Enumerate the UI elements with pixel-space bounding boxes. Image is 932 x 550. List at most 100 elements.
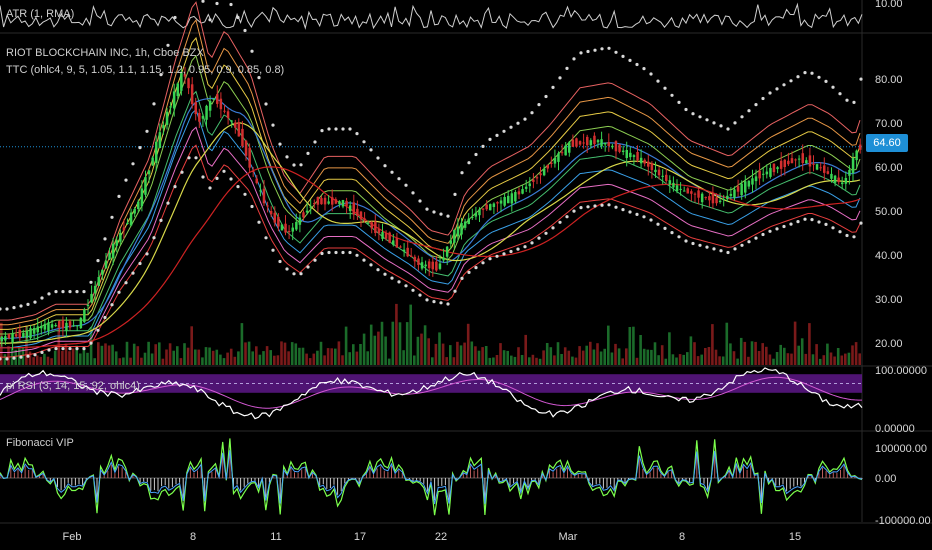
volume-bar — [470, 341, 474, 365]
lower-envelope-dot — [845, 233, 849, 238]
candle-body — [72, 325, 75, 327]
volume-bar — [143, 352, 147, 365]
volume-bar — [531, 354, 535, 365]
candle-body — [704, 197, 707, 199]
lower-envelope-dot — [621, 208, 625, 212]
volume-bar — [179, 358, 183, 365]
upper-envelope-dot — [670, 93, 674, 97]
volume-bar — [79, 353, 82, 365]
upper-envelope-dot — [425, 207, 429, 211]
upper-envelope-dot — [117, 194, 121, 198]
upper-envelope-dot — [82, 290, 86, 294]
volume-bar — [596, 343, 599, 365]
lower-envelope-dot — [796, 220, 800, 224]
price-tick-label: 60.00 — [875, 162, 903, 174]
candle-body — [744, 181, 747, 193]
rsi-tick-label: 0.00000 — [875, 423, 915, 435]
candle-body — [636, 152, 639, 161]
candle-body — [384, 233, 388, 239]
candle-body — [708, 196, 711, 201]
volume-bar — [714, 349, 718, 365]
volume-bar — [775, 352, 779, 365]
upper-envelope-dot — [0, 307, 2, 311]
volume-bar — [319, 341, 323, 365]
candle-body — [751, 178, 754, 185]
volume-bar — [790, 353, 793, 365]
candle-body — [230, 120, 233, 122]
candle-body — [575, 138, 578, 147]
candle-body — [417, 258, 420, 265]
chart-canvas[interactable]: 10.0080.0070.0060.0050.0040.0030.0020.00… — [0, 0, 932, 550]
volume-bar — [822, 355, 826, 365]
candle-body — [162, 125, 165, 129]
lower-envelope-dot — [712, 247, 716, 251]
volume-bar — [847, 352, 851, 365]
fib-series — [0, 438, 863, 516]
upper-envelope-dot — [124, 178, 128, 182]
candle-body — [212, 98, 215, 100]
volume-bar — [811, 354, 815, 365]
volume-bar — [675, 357, 678, 365]
upper-envelope-dot — [495, 133, 499, 137]
lower-envelope-dot — [460, 276, 464, 280]
volume-bar — [704, 348, 707, 365]
candle-body — [377, 228, 381, 234]
upper-envelope-dot — [33, 300, 37, 304]
volume-bar — [258, 354, 262, 365]
candle-body — [621, 150, 625, 152]
candle-body — [101, 269, 104, 275]
lower-envelope-dot — [82, 347, 86, 351]
candle-body — [65, 322, 68, 331]
volume-bar — [592, 349, 596, 365]
volume-bar — [194, 349, 197, 365]
upper-envelope-dot — [551, 85, 555, 89]
upper-envelope-dot — [628, 58, 632, 63]
upper-envelope-dot — [453, 192, 457, 196]
upper-envelope-dot — [369, 148, 373, 152]
candle-body — [237, 122, 241, 137]
rsi-series — [0, 367, 863, 420]
volume-bar — [316, 350, 319, 365]
lower-envelope-dot — [663, 226, 667, 230]
fib-secondary-line — [0, 450, 863, 505]
upper-envelope-dot — [432, 210, 436, 214]
candle-body — [50, 324, 54, 328]
lower-envelope-dot — [362, 258, 366, 262]
candle-body — [341, 200, 345, 207]
lower-envelope-dot — [138, 261, 142, 266]
volume-bar — [298, 347, 301, 365]
candle-body — [11, 333, 14, 343]
upper-envelope-dot — [299, 163, 303, 167]
candle-body — [374, 221, 377, 233]
lower-envelope-dot — [257, 220, 261, 224]
lower-envelope-dot — [586, 205, 590, 209]
volume-bar — [599, 351, 603, 365]
candle-body — [244, 140, 248, 156]
volume-bar — [140, 357, 143, 365]
candle-body — [277, 216, 280, 227]
upper-envelope-dot — [796, 75, 800, 79]
lower-envelope-dot — [201, 175, 205, 179]
candle-body — [370, 222, 373, 229]
candle-body — [833, 175, 837, 183]
candle-body — [819, 167, 822, 169]
upper-envelope-dot — [250, 49, 254, 53]
volume-bar — [668, 332, 671, 365]
volume-bar — [718, 356, 721, 365]
upper-envelope-dot — [271, 123, 275, 127]
lower-envelope-dot — [369, 263, 373, 267]
lower-envelope-dot — [425, 298, 429, 302]
volume-bar — [334, 348, 337, 365]
candle-body — [284, 223, 287, 233]
lower-envelope-dot — [691, 241, 695, 246]
candle-body — [435, 261, 438, 271]
candle-body — [672, 182, 675, 188]
upper-envelope-dot — [509, 125, 513, 129]
lower-envelope-dot — [565, 215, 569, 219]
candle-body — [657, 169, 661, 176]
candle-body — [489, 204, 492, 211]
candle-body — [266, 205, 269, 207]
volume-bar — [409, 304, 412, 365]
volume-bar — [104, 343, 107, 365]
volume-bar — [237, 351, 240, 365]
